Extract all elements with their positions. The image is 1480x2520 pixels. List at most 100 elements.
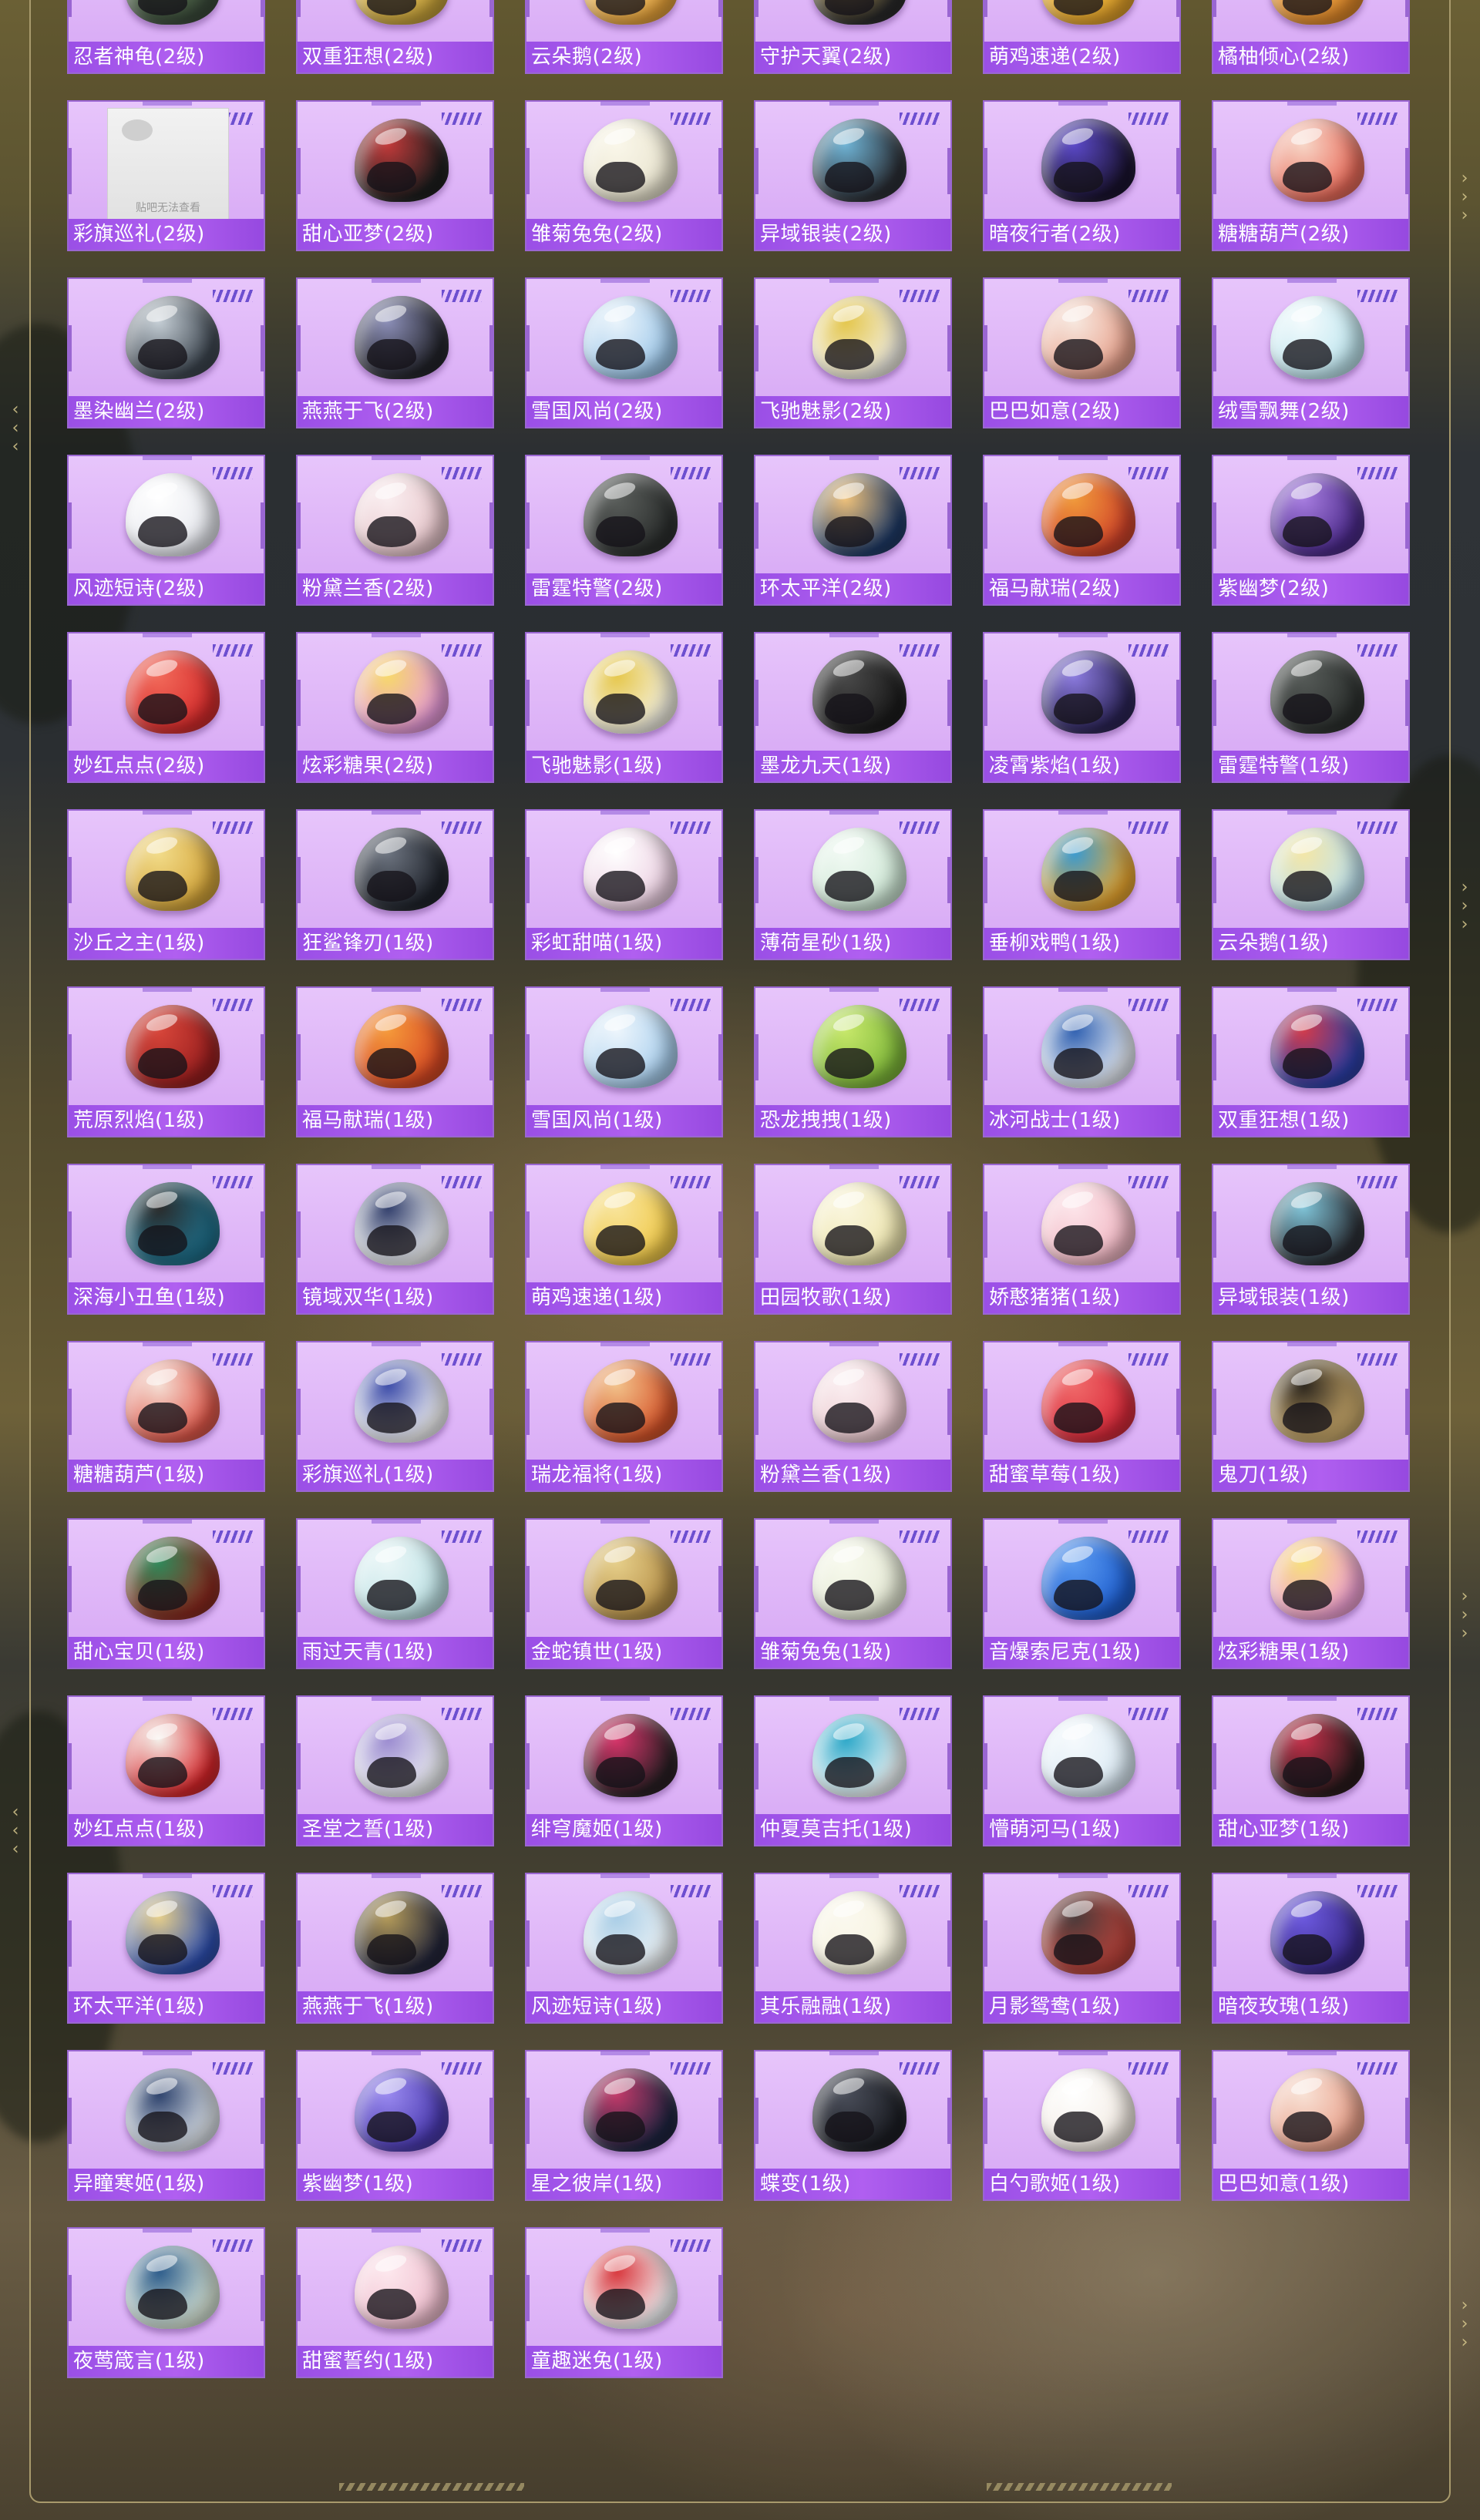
card-side-accent: [984, 1389, 987, 1435]
helmet-card[interactable]: 守护天翼(2级): [754, 0, 952, 74]
rarity-stripes-icon: [900, 1885, 940, 1897]
helmet-card[interactable]: 星之彼岸(1级): [525, 2050, 723, 2201]
helmet-card[interactable]: 紫幽梦(1级): [296, 2050, 494, 2201]
helmet-card[interactable]: 萌鸡速递(2级): [983, 0, 1181, 74]
card-top-notch: [600, 1520, 650, 1524]
helmet-card[interactable]: 萌鸡速递(1级): [525, 1164, 723, 1315]
helmet-card[interactable]: 云朵鹅(1级): [1212, 809, 1410, 960]
helmet-card[interactable]: 妙红点点(2级): [67, 632, 265, 783]
helmet-card[interactable]: 甜蜜草莓(1级): [983, 1341, 1181, 1492]
helmet-card[interactable]: 环太平洋(2级): [754, 455, 952, 606]
helmet-card[interactable]: 橘柚倾心(2级): [1212, 0, 1410, 74]
helmet-card[interactable]: 粉黛兰香(1级): [754, 1341, 952, 1492]
helmet-card[interactable]: 雏菊兔兔(1级): [754, 1518, 952, 1669]
helmet-card[interactable]: 蝶变(1级): [754, 2050, 952, 2201]
card-side-accent: [526, 1389, 530, 1435]
helmet-card[interactable]: 暗夜玫瑰(1级): [1212, 1873, 1410, 2024]
helmet-card[interactable]: 沙丘之主(1级): [67, 809, 265, 960]
helmet-card[interactable]: 田园牧歌(1级): [754, 1164, 952, 1315]
helmet-card[interactable]: 懵萌河马(1级): [983, 1695, 1181, 1846]
helmet-card[interactable]: 彩旗巡礼(1级): [296, 1341, 494, 1492]
helmet-card[interactable]: 雪国风尚(2级): [525, 277, 723, 428]
helmet-card[interactable]: 巴巴如意(2级): [983, 277, 1181, 428]
helmet-card[interactable]: 飞驰魅影(2级): [754, 277, 952, 428]
helmet-card[interactable]: 环太平洋(1级): [67, 1873, 265, 2024]
helmet-card[interactable]: 墨染幽兰(2级): [67, 277, 265, 428]
helmet-card[interactable]: 雏菊兔兔(2级): [525, 100, 723, 251]
helmet-card[interactable]: 其乐融融(1级): [754, 1873, 952, 2024]
helmet-card[interactable]: 甜蜜誓约(1级): [296, 2227, 494, 2378]
helmet-card[interactable]: 雨过天青(1级): [296, 1518, 494, 1669]
helmet-card[interactable]: 燕燕于飞(1级): [296, 1873, 494, 2024]
helmet-card[interactable]: 糖糖葫芦(1级): [67, 1341, 265, 1492]
helmet-card[interactable]: 夜莺箴言(1级): [67, 2227, 265, 2378]
helmet-card[interactable]: 鬼刀(1级): [1212, 1341, 1410, 1492]
helmet-visor: [1054, 2112, 1103, 2142]
helmet-card[interactable]: 白勺歌姬(1级): [983, 2050, 1181, 2201]
helmet-card[interactable]: 镜域双华(1级): [296, 1164, 494, 1315]
helmet-card[interactable]: 粉黛兰香(2级): [296, 455, 494, 606]
helmet-card[interactable]: 雷霆特警(2级): [525, 455, 723, 606]
helmet-card[interactable]: 彩虹甜喵(1级): [525, 809, 723, 960]
rarity-stripes-icon: [213, 1708, 253, 1720]
helmet-card[interactable]: 薄荷星砂(1级): [754, 809, 952, 960]
helmet-card[interactable]: 炫彩糖果(2级): [296, 632, 494, 783]
helmet-card[interactable]: 炫彩糖果(1级): [1212, 1518, 1410, 1669]
helmet-card[interactable]: 贴吧无法查看 彩旗巡礼(2级): [67, 100, 265, 251]
helmet-card[interactable]: 墨龙九天(1级): [754, 632, 952, 783]
helmet-card[interactable]: 甜心宝贝(1级): [67, 1518, 265, 1669]
helmet-card[interactable]: 双重狂想(1级): [1212, 986, 1410, 1137]
helmet-visor: [596, 2112, 645, 2142]
helmet-card[interactable]: 月影鸳鸯(1级): [983, 1873, 1181, 2024]
helmet-visor: [138, 1048, 187, 1079]
helmet-card[interactable]: 狂鲨锋刃(1级): [296, 809, 494, 960]
helmet-card[interactable]: 妙红点点(1级): [67, 1695, 265, 1846]
helmet-card[interactable]: 福马献瑞(1级): [296, 986, 494, 1137]
helmet-name-label: 彩旗巡礼(2级): [69, 219, 264, 250]
helmet-card[interactable]: 金蛇镇世(1级): [525, 1518, 723, 1669]
helmet-card[interactable]: 瑞龙福将(1级): [525, 1341, 723, 1492]
helmet-card[interactable]: 甜心亚梦(2级): [296, 100, 494, 251]
helmet-card[interactable]: 云朵鹅(2级): [525, 0, 723, 74]
helmet-card[interactable]: 风迹短诗(1级): [525, 1873, 723, 2024]
helmet-card[interactable]: 飞驰魅影(1级): [525, 632, 723, 783]
helmet-card[interactable]: 异瞳寒姬(1级): [67, 2050, 265, 2201]
helmet-card[interactable]: 忍者神龟(2级): [67, 0, 265, 74]
helmet-visor: [825, 162, 874, 193]
helmet-card[interactable]: 雪国风尚(1级): [525, 986, 723, 1137]
helmet-card[interactable]: 暗夜行者(2级): [983, 100, 1181, 251]
helmet-card[interactable]: 异域银装(1级): [1212, 1164, 1410, 1315]
helmet-card[interactable]: 仲夏莫吉托(1级): [754, 1695, 952, 1846]
helmet-name-label: 粉黛兰香(2级): [298, 573, 493, 604]
helmet-card[interactable]: 双重狂想(2级): [296, 0, 494, 74]
helmet-card[interactable]: 巴巴如意(1级): [1212, 2050, 1410, 2201]
helmet-card[interactable]: 凌霄紫焰(1级): [983, 632, 1181, 783]
helmet-card[interactable]: 娇憨猪猪(1级): [983, 1164, 1181, 1315]
helmet-visor: [1054, 1757, 1103, 1788]
helmet-card[interactable]: 圣堂之誓(1级): [296, 1695, 494, 1846]
rarity-stripes-icon: [213, 290, 253, 302]
card-side-accent: [947, 2098, 950, 2144]
helmet-card[interactable]: 垂柳戏鸭(1级): [983, 809, 1181, 960]
helmet-card[interactable]: 异域银装(2级): [754, 100, 952, 251]
card-side-accent: [489, 1920, 493, 1967]
helmet-card[interactable]: 甜心亚梦(1级): [1212, 1695, 1410, 1846]
helmet-card[interactable]: 绯穹魔姬(1级): [525, 1695, 723, 1846]
helmet-card[interactable]: 雷霆特警(1级): [1212, 632, 1410, 783]
helmet-card[interactable]: 音爆索尼克(1级): [983, 1518, 1181, 1669]
helmet-card[interactable]: 糖糖葫芦(2级): [1212, 100, 1410, 251]
helmet-card[interactable]: 福马献瑞(2级): [983, 455, 1181, 606]
helmet-card[interactable]: 风迹短诗(2级): [67, 455, 265, 606]
helmet-card[interactable]: 紫幽梦(2级): [1212, 455, 1410, 606]
card-side-accent: [1405, 680, 1408, 726]
helmet-card[interactable]: 荒原烈焰(1级): [67, 986, 265, 1137]
helmet-card[interactable]: 绒雪飘舞(2级): [1212, 277, 1410, 428]
helmet-card[interactable]: 燕燕于飞(2级): [296, 277, 494, 428]
helmet-card[interactable]: 冰河战士(1级): [983, 986, 1181, 1137]
helmet-card[interactable]: 恐龙拽拽(1级): [754, 986, 952, 1137]
helmet-card[interactable]: 童趣迷兔(1级): [525, 2227, 723, 2378]
card-side-accent: [718, 148, 722, 194]
helmet-name-label: 异域银装(1级): [1213, 1282, 1408, 1313]
helmet-card[interactable]: 深海小丑鱼(1级): [67, 1164, 265, 1315]
card-side-accent: [718, 0, 722, 17]
